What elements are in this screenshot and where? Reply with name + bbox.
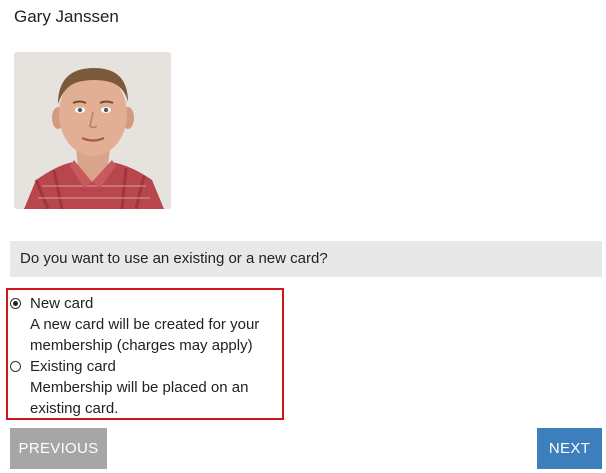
option-new-card[interactable]: New card A new card will be created for … (8, 293, 286, 357)
question-bar: Do you want to use an existing or a new … (10, 241, 602, 277)
new-card-description: A new card will be created for your memb… (30, 316, 260, 354)
question-text: Do you want to use an existing or a new … (20, 250, 328, 267)
card-choice-page: Gary Janssen Do you want to use an exist… (0, 0, 606, 473)
card-options-group: New card A new card will be created for … (6, 288, 284, 420)
member-photo (14, 52, 171, 209)
new-card-radio[interactable] (10, 298, 21, 309)
member-name: Gary Janssen (14, 7, 119, 26)
next-button[interactable]: NEXT (537, 428, 602, 469)
existing-card-description: Membership will be placed on an existing… (30, 379, 249, 417)
previous-button[interactable]: PREVIOUS (10, 428, 107, 469)
existing-card-radio[interactable] (10, 361, 21, 372)
existing-card-title: Existing card (30, 358, 116, 375)
new-card-title: New card (30, 295, 94, 312)
option-existing-card[interactable]: Existing card Membership will be placed … (8, 356, 286, 420)
